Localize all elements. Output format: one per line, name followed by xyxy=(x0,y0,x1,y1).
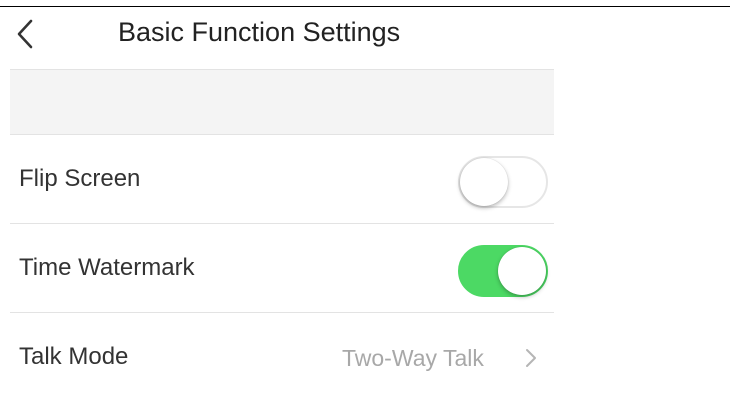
toggle-knob xyxy=(460,158,508,206)
time-watermark-toggle[interactable] xyxy=(458,245,548,297)
flip-screen-label: Flip Screen xyxy=(19,165,141,192)
chevron-left-icon xyxy=(17,19,33,49)
back-button[interactable] xyxy=(10,9,50,57)
talk-mode-value: Two-Way Talk xyxy=(342,345,484,371)
toggle-knob xyxy=(498,247,546,295)
setting-row-talk-mode[interactable]: Talk Mode Two-Way Talk xyxy=(10,313,554,401)
settings-panel: Basic Function Settings Flip Screen Time… xyxy=(10,7,554,401)
time-watermark-label: Time Watermark xyxy=(19,254,195,281)
talk-mode-label: Talk Mode xyxy=(19,343,129,370)
page-title: Basic Function Settings xyxy=(118,17,401,47)
setting-row-time-watermark: Time Watermark xyxy=(10,224,554,313)
screen: Basic Function Settings Flip Screen Time… xyxy=(0,0,730,401)
setting-row-flip-screen: Flip Screen xyxy=(10,135,554,224)
section-separator xyxy=(10,69,554,135)
flip-screen-toggle[interactable] xyxy=(458,156,548,208)
navigation-bar: Basic Function Settings xyxy=(10,7,554,69)
chevron-right-icon xyxy=(526,349,536,367)
